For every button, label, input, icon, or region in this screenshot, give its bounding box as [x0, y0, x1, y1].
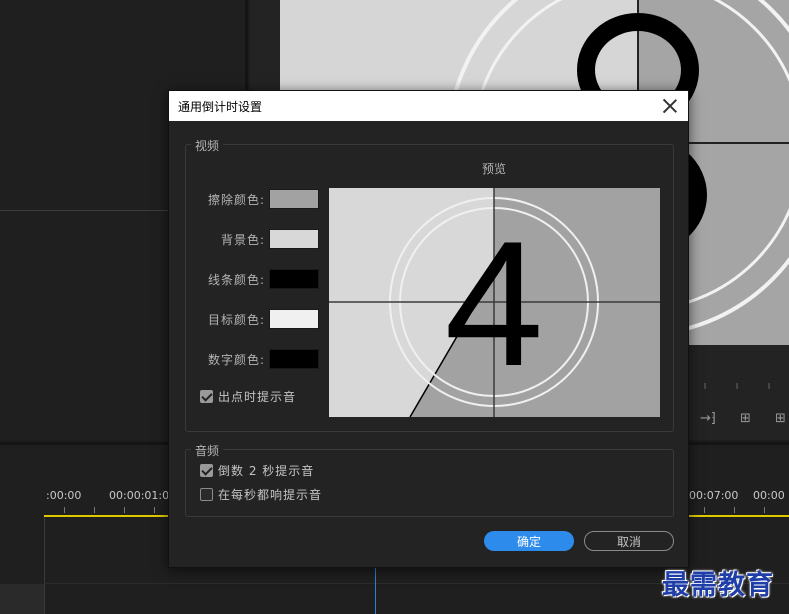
background-color-row: 背景色:	[169, 229, 319, 249]
background-color-swatch[interactable]	[269, 229, 319, 249]
dialog-titlebar[interactable]: 通用倒计时设置	[169, 91, 688, 121]
watermark-logo: 最需教育	[662, 570, 774, 601]
cue-at-out-row[interactable]: 出点时提示音	[200, 388, 296, 405]
cue-every-sec-label: 在每秒都响提示音	[218, 488, 323, 502]
ok-button[interactable]: 确定	[484, 531, 574, 551]
cue-at-out-label: 出点时提示音	[218, 390, 297, 404]
preview-countdown-number: 4	[445, 204, 544, 403]
video-group-label: 视频	[191, 137, 224, 154]
button-editor-icon[interactable]: ⊞	[775, 411, 786, 426]
numeral-color-swatch[interactable]	[269, 349, 319, 369]
close-icon[interactable]	[662, 98, 678, 114]
work-area-bar-right[interactable]	[689, 515, 789, 517]
timecode-2: 00:07:00	[689, 489, 739, 502]
target-color-swatch[interactable]	[269, 309, 319, 329]
work-area-bar-left[interactable]	[44, 515, 169, 517]
wipe-color-swatch[interactable]	[269, 189, 319, 209]
universal-countdown-settings-dialog: 通用倒计时设置 视频 预览 4 擦除颜色: 背景色: 线条颜色: 目标颜色: 数…	[168, 90, 689, 568]
target-color-row: 目标颜色:	[169, 309, 319, 329]
cue-two-sec-checkbox[interactable]	[200, 464, 213, 477]
countdown-preview: 4	[329, 188, 660, 417]
audio-group: 音频	[185, 442, 674, 517]
audio-group-label: 音频	[191, 442, 224, 459]
cue-every-sec-checkbox[interactable]	[200, 488, 213, 501]
timecode-3: 00:00	[753, 489, 785, 502]
cue-every-sec-row[interactable]: 在每秒都响提示音	[200, 486, 322, 503]
numeral-color-row: 数字颜色:	[169, 349, 319, 369]
timeline-ruler-left	[44, 507, 169, 515]
cue-two-sec-row[interactable]: 倒数 2 秒提示音	[200, 462, 314, 479]
timecode-0: :00:00	[46, 489, 82, 502]
line-color-swatch[interactable]	[269, 269, 319, 289]
export-frame-icon[interactable]: ⊞	[740, 411, 751, 426]
numeral-color-label: 数字颜色:	[207, 352, 265, 367]
timeline-ruler-right	[689, 507, 789, 515]
cue-two-sec-label: 倒数 2 秒提示音	[218, 464, 315, 478]
cue-at-out-checkbox[interactable]	[200, 390, 213, 403]
timecode-1: 00:00:01:00	[109, 489, 177, 502]
monitor-ruler	[704, 383, 770, 389]
dialog-title: 通用倒计时设置	[178, 99, 263, 114]
extract-icon[interactable]: →⁆	[700, 411, 716, 426]
wipe-color-row: 擦除颜色:	[169, 189, 319, 209]
wipe-color-label: 擦除颜色:	[207, 192, 265, 207]
target-color-label: 目标颜色:	[207, 312, 265, 327]
line-color-label: 线条颜色:	[207, 272, 265, 287]
playhead-line[interactable]	[375, 567, 376, 614]
track-divider	[44, 517, 45, 614]
preview-label: 预览	[482, 162, 507, 176]
background-color-label: 背景色:	[220, 232, 265, 247]
cancel-button[interactable]: 取消	[584, 531, 674, 551]
line-color-row: 线条颜色:	[169, 269, 319, 289]
track-header	[0, 584, 44, 614]
